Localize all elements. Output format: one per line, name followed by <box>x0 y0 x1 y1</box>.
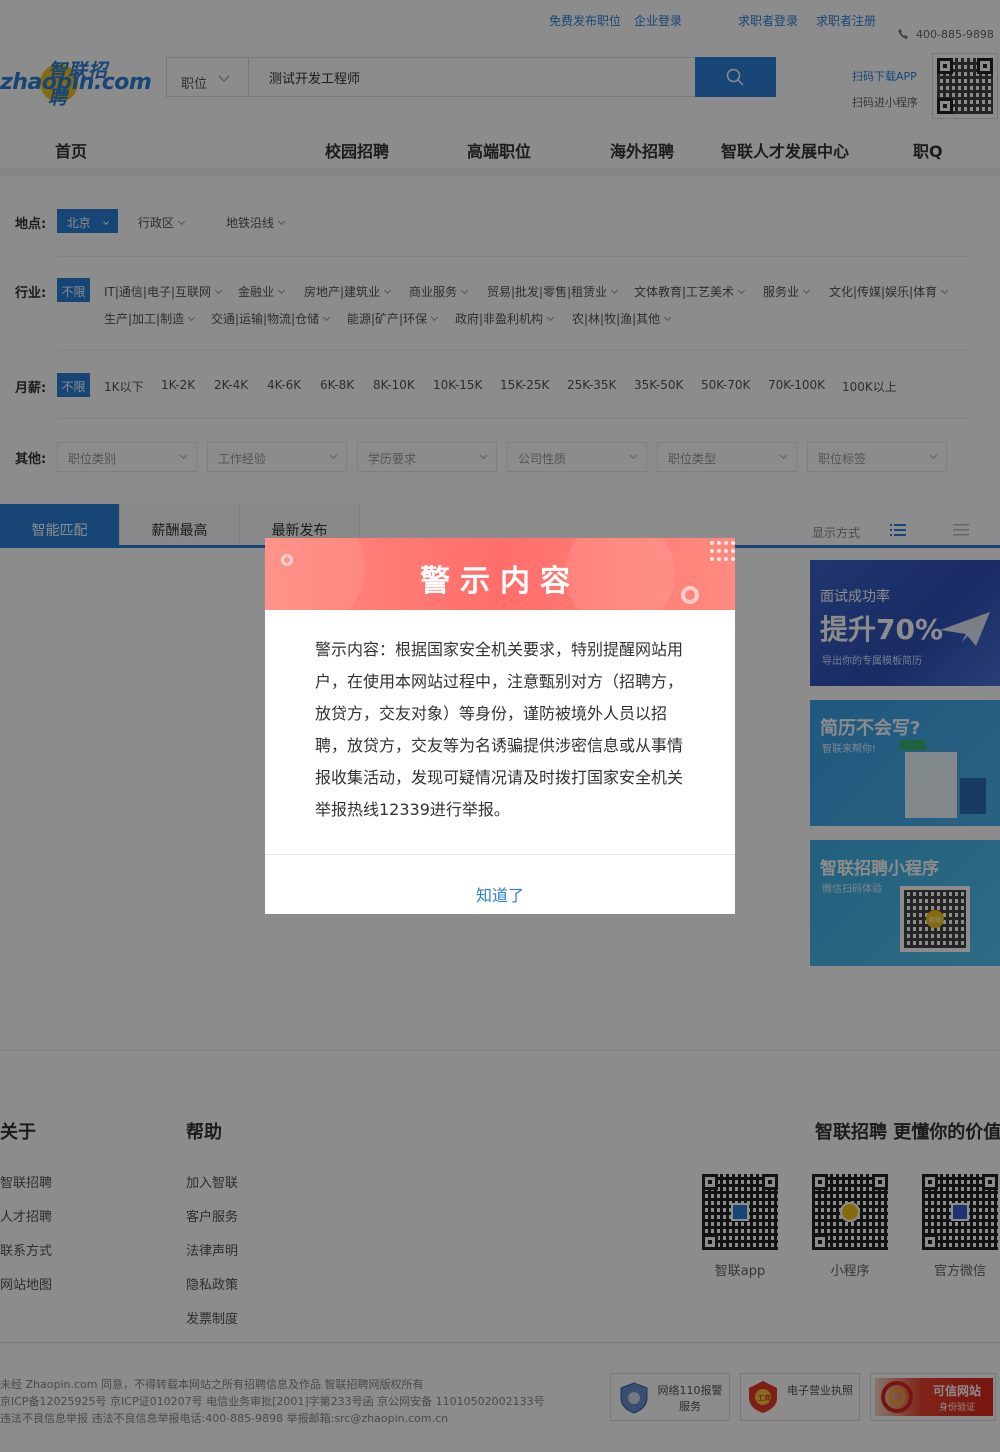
modal-header: 警示内容 <box>265 538 735 610</box>
modal-message: 警示内容：根据国家安全机关要求，特别提醒网站用户，在使用本网站过程中，注意甄别对… <box>315 640 684 819</box>
modal-title: 警示内容 <box>420 564 580 599</box>
acknowledge-button[interactable]: 知道了 <box>265 855 735 914</box>
warning-modal: 警示内容 警示内容：根据国家安全机关要求，特别提醒网站用户，在使用本网站过程中，… <box>265 538 735 914</box>
